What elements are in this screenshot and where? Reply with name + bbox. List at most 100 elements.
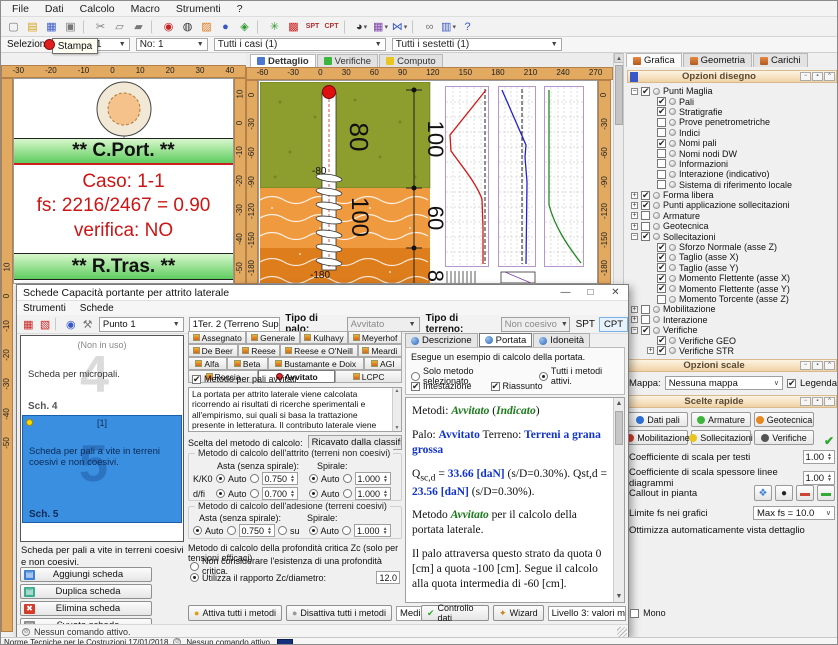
zc-value[interactable]: 12.0 (376, 571, 400, 584)
collapse-button[interactable]: − (800, 397, 811, 406)
tree-item[interactable]: + Punti applicazione sollecitazioni (628, 200, 836, 210)
value-radio[interactable] (250, 489, 259, 498)
kk0-asta-value[interactable]: 0.750▲▼ (262, 472, 298, 485)
casi-select[interactable]: Tutti i casi (1)▼ (214, 38, 386, 51)
value-radio[interactable] (227, 526, 236, 535)
dfi-spirale-value[interactable]: 1.000▲▼ (355, 487, 391, 500)
detail-view[interactable]: 80 -80 100 -180 100 60 80 (258, 80, 598, 284)
tree-checkbox[interactable] (657, 274, 666, 283)
numero-select[interactable]: No: 1▼ (136, 38, 208, 51)
expand-icon[interactable]: + (647, 347, 654, 354)
menu-item[interactable]: File (5, 2, 36, 16)
tree-checkbox[interactable] (657, 346, 666, 355)
tree-checkbox[interactable] (641, 305, 650, 314)
dialog-titlebar[interactable]: Schede Capacità portante per attrito lat… (17, 285, 628, 301)
tree-checkbox[interactable] (641, 191, 650, 200)
tree-item[interactable]: Taglio (asse Y) (628, 263, 836, 273)
tree-checkbox[interactable] (657, 149, 666, 158)
tree-checkbox[interactable] (641, 222, 650, 231)
method-button[interactable]: De Beer (188, 344, 238, 357)
dfi-asta-value[interactable]: 0.700▲▼ (262, 487, 298, 500)
dialog-menu-item[interactable]: Schede (80, 303, 114, 314)
intestazione-checkbox[interactable] (411, 382, 420, 391)
layout-menu-icon[interactable]: ▥ (440, 19, 457, 35)
menu-item[interactable]: Dati (38, 2, 71, 16)
coeff-linee-spinner[interactable]: 1.00▲▼ (803, 471, 835, 485)
expand-icon[interactable]: − (631, 88, 638, 95)
maxfs-select[interactable]: Max fs = 10.0∨ (753, 506, 835, 520)
menu-item[interactable]: Calcolo (73, 2, 122, 16)
expand-icon[interactable]: + (631, 202, 638, 209)
quick-button[interactable]: Verifiche (754, 430, 814, 445)
tipo-terreno-select[interactable]: Non coesivo▼ (501, 317, 570, 332)
tree-item[interactable]: − Verifiche (628, 325, 836, 335)
method-button[interactable]: Generale (246, 331, 299, 344)
scroll-down-icon[interactable]: ▼ (614, 591, 624, 602)
method-button[interactable]: Beta (227, 357, 268, 370)
quick-button[interactable]: Dati pali (628, 412, 688, 427)
expand-icon[interactable]: − (631, 233, 638, 240)
link-icon[interactable]: ∞ (421, 19, 438, 35)
method-button[interactable]: Alfa (188, 357, 227, 370)
tree-checkbox[interactable] (657, 139, 666, 148)
adesione-spirale-value[interactable]: 1.000▲▼ (354, 524, 390, 537)
maximize-button[interactable]: □ (578, 285, 603, 300)
mappa-select[interactable]: Nessuna mappa∨ (665, 376, 783, 390)
auto-radio[interactable] (309, 489, 318, 498)
tree-item[interactable]: Verifiche GEO (628, 335, 836, 345)
tree-checkbox[interactable] (641, 232, 650, 241)
wrench-icon[interactable]: ⚒ (79, 316, 96, 332)
new-file-icon[interactable]: ▢ (5, 19, 22, 35)
tree-checkbox[interactable] (657, 336, 666, 345)
wizard-button[interactable]: ✦Wizard (493, 605, 544, 621)
table-icon[interactable]: ▦ (20, 316, 37, 332)
spt-toolbar-label[interactable]: SPT (304, 19, 321, 35)
panel-scelte-rapide-header[interactable]: Scelte rapide −▪^ (627, 395, 837, 408)
tree-item[interactable]: Interazione (indicativo) (628, 169, 836, 179)
result-tab[interactable]: Idoneità (533, 333, 590, 347)
tree-checkbox[interactable] (657, 170, 666, 179)
coeff-testi-spinner[interactable]: 1.00▲▼ (803, 450, 835, 464)
scroll-up-icon[interactable]: ▲ (614, 398, 624, 409)
tree-item[interactable]: + Verifiche STR (628, 346, 836, 356)
expand-icon[interactable]: − (631, 327, 638, 334)
expand-icon[interactable]: + (631, 192, 638, 199)
tree-item[interactable]: − Punti Maglia (628, 86, 836, 96)
pin-panel-button[interactable]: ^ (824, 397, 835, 406)
disattiva-tutti-button[interactable]: ●Disattiva tutti i metodi (286, 605, 392, 621)
callout-colors-button[interactable]: ❖ (754, 485, 772, 501)
tree-checkbox[interactable] (657, 128, 666, 137)
callout-sphere-button[interactable]: ● (775, 485, 793, 501)
close-button[interactable]: ✕ (603, 285, 628, 300)
quick-button[interactable]: Sollecitazioni (691, 430, 751, 445)
spt-button[interactable]: SPT (576, 319, 595, 330)
tree-item[interactable]: + Geotecnica (628, 221, 836, 231)
kk0-spirale-value[interactable]: 1.000▲▼ (355, 472, 391, 485)
callout-red-button[interactable]: ▬ (796, 485, 814, 501)
panel-opzioni-scale-header[interactable]: Opzioni scale −▪^ (627, 359, 837, 372)
pin-icon[interactable]: ◉ (62, 316, 79, 332)
expand-icon[interactable]: + (631, 212, 638, 219)
expand-button[interactable]: ▪ (812, 397, 823, 406)
expand-button[interactable]: ▪ (812, 72, 823, 81)
paste-icon[interactable]: ▰ (130, 19, 147, 35)
menu-item[interactable]: Strumenti (169, 2, 228, 16)
cut-icon[interactable]: ✂ (92, 19, 109, 35)
auto-radio[interactable] (193, 526, 202, 535)
tree-item[interactable]: Informazioni (628, 159, 836, 169)
value-radio[interactable] (343, 489, 352, 498)
method-button[interactable]: Meardi (358, 344, 402, 357)
pin-panel-button[interactable]: ^ (824, 361, 835, 370)
method-button[interactable]: Meyerhof (348, 331, 402, 344)
controllo-dati-button[interactable]: ✔Controllo dati (421, 605, 489, 621)
result-tab[interactable]: Portata (479, 333, 533, 347)
cpt-button[interactable]: CPT (599, 317, 628, 332)
desc-scrollbar[interactable]: ▲▼ (392, 388, 401, 431)
legenda-checkbox[interactable] (787, 379, 796, 388)
dialog-menu-item[interactable]: Strumenti (23, 303, 66, 314)
method-button[interactable]: AGI (364, 357, 403, 370)
value-radio[interactable] (343, 474, 352, 483)
tree-item[interactable]: Nomi nodi DW (628, 148, 836, 158)
auto-radio[interactable] (309, 526, 318, 535)
tree-item[interactable]: Momento Torcente (asse Z) (628, 294, 836, 304)
